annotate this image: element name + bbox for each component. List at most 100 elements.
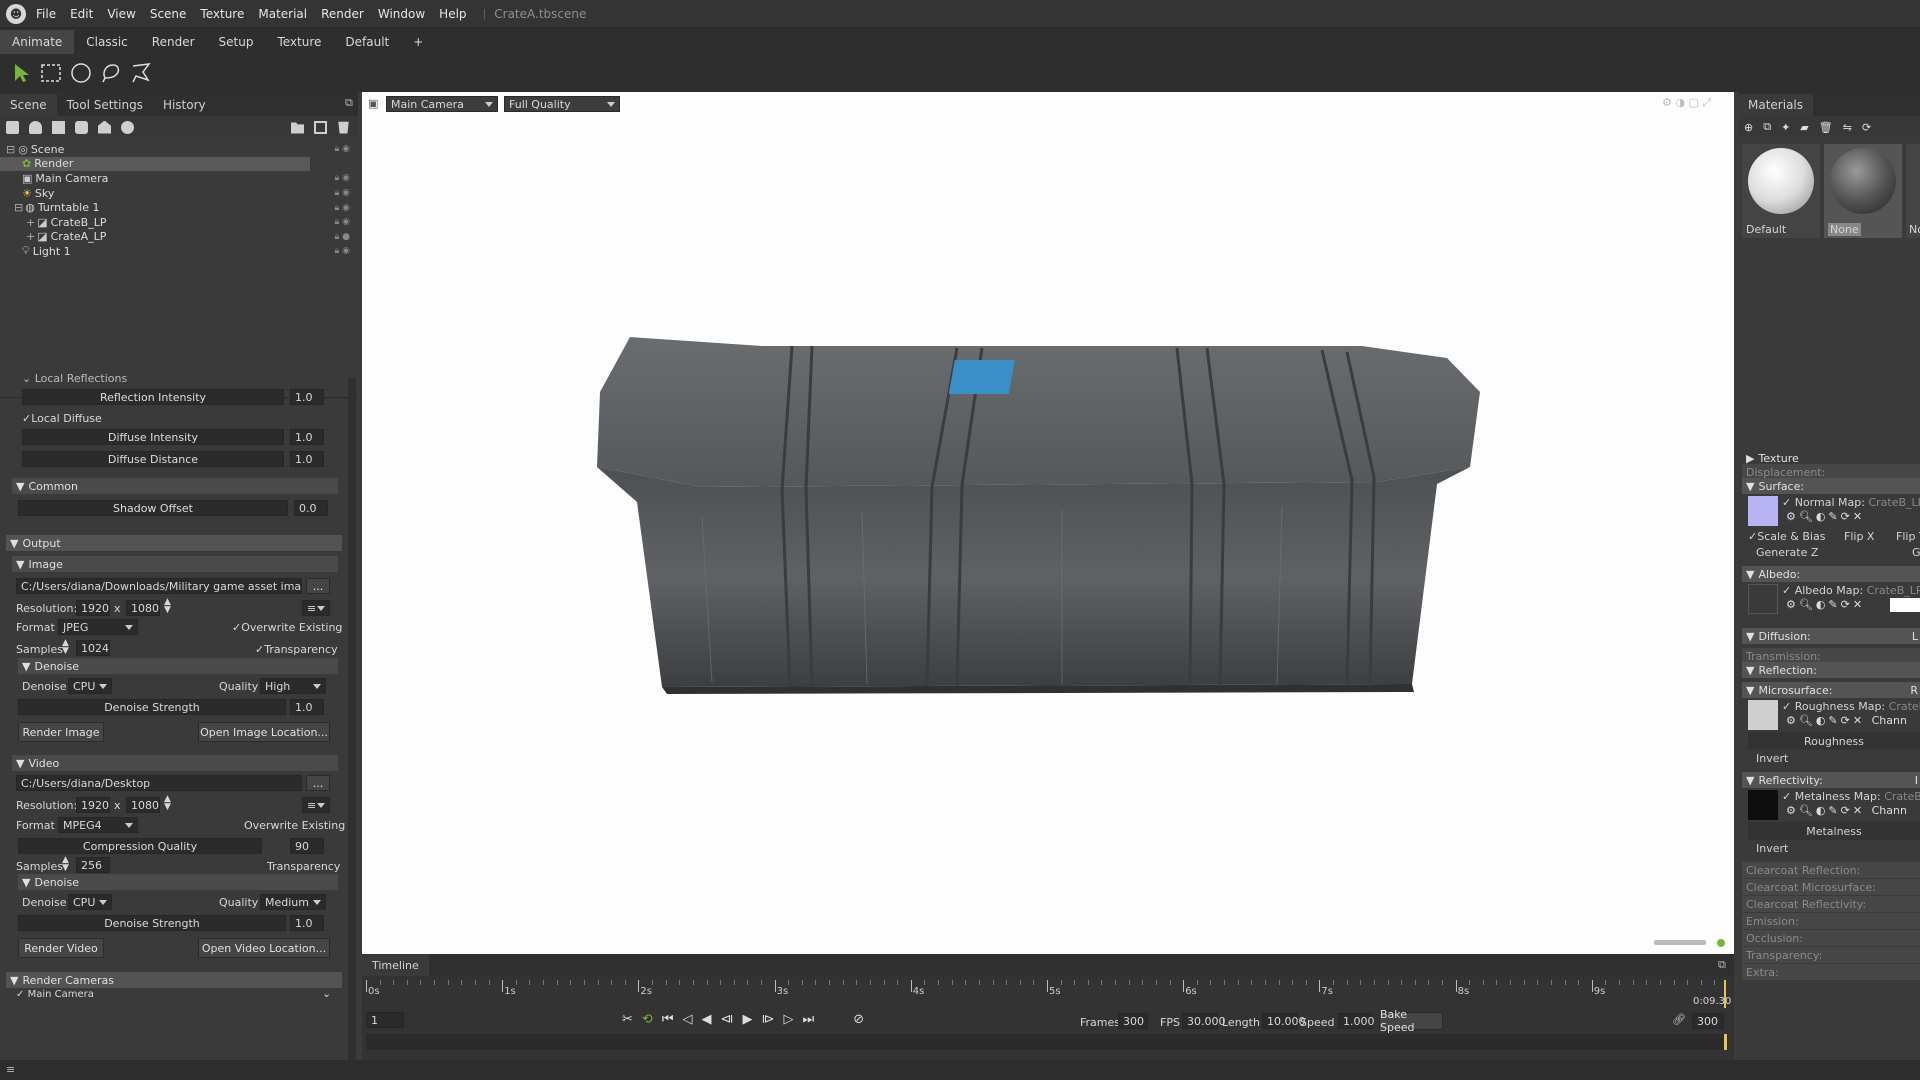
skip-start-icon[interactable]: ⏮ (662, 1012, 674, 1027)
play-icon[interactable]: ▶ (743, 1012, 753, 1027)
menu-material[interactable]: Material (258, 7, 307, 21)
frames-field[interactable]: 300 (1118, 1013, 1148, 1029)
surface-section[interactable]: ▼ Surface: (1742, 478, 1920, 494)
tab-default[interactable]: Default (333, 30, 401, 54)
assign-icon[interactable]: ⇋ (1843, 121, 1852, 134)
video-denoise-dropdown[interactable]: CPU (68, 894, 112, 910)
bake-speed-button[interactable]: Bake Speed (1379, 1008, 1443, 1034)
video-denoise-header[interactable]: ▼ Denoise (18, 874, 338, 890)
normal-map-row[interactable]: ✓ Normal Map: CrateB_LP_Cr (1782, 496, 1920, 509)
res-stepper-icon[interactable]: ▲ ▼ (164, 598, 171, 615)
menu-file[interactable]: File (36, 7, 56, 21)
video-samples-field[interactable]: 256 (76, 857, 110, 873)
albedo-map-thumbnail[interactable] (1748, 584, 1778, 614)
reflection-intensity-value[interactable]: 1.0 (290, 389, 324, 405)
loop-icon[interactable]: ⟲ (642, 1012, 653, 1027)
video-quality-dropdown[interactable]: Medium (260, 894, 326, 910)
map-tools-icons[interactable]: ⚙🔍︎◐✎⟳✕ (1786, 598, 1865, 611)
menu-render[interactable]: Render (321, 7, 364, 21)
step-back-icon[interactable]: ◁ (683, 1012, 693, 1027)
image-browse-button[interactable]: ... (306, 578, 330, 594)
add-material-icon[interactable]: ⊕ (1744, 121, 1753, 134)
material-thumb-partial[interactable]: No (1906, 144, 1920, 238)
add-shape-icon[interactable] (98, 120, 111, 134)
reflection-section[interactable]: ▼ Reflection: (1742, 662, 1920, 678)
lock-eye-icon[interactable]: 🔒︎ ◉ (334, 203, 350, 213)
add-object-icon[interactable] (6, 120, 19, 134)
reflectivity-section[interactable]: ▼ Reflectivity: I (1742, 772, 1920, 788)
camera-icon[interactable]: ▣ (368, 97, 378, 110)
image-transparency-checkbox[interactable]: ✓Transparency (255, 643, 338, 656)
shadow-offset-slider[interactable]: Shadow Offset (18, 500, 288, 516)
image-denoise-strength-value[interactable]: 1.0 (290, 699, 324, 715)
step-forward-icon[interactable]: ▷ (784, 1012, 794, 1027)
map-tools-icons[interactable]: ⚙🔍︎◐✎⟳✕ (1786, 510, 1865, 523)
menu-window[interactable]: Window (378, 7, 425, 21)
image-res-width[interactable]: 1920 (76, 600, 110, 616)
menu-edit[interactable]: Edit (70, 7, 93, 21)
diffusion-section[interactable]: ▼ Diffusion: L (1742, 628, 1920, 644)
local-diffuse-checkbox[interactable]: ✓Local Diffuse (22, 412, 102, 425)
timeline-tab[interactable]: Timeline (362, 954, 429, 976)
video-browse-button[interactable]: ... (306, 775, 330, 791)
render-camera-item[interactable]: ✓ Main Camera (16, 989, 94, 999)
diffuse-intensity-slider[interactable]: Diffuse Intensity (22, 429, 284, 445)
emission-section[interactable]: Emission: (1742, 913, 1920, 929)
diffuse-distance-slider[interactable]: Diffuse Distance (22, 451, 284, 467)
albedo-map-row[interactable]: ✓ Albedo Map: CrateB_LP_Cr (1782, 584, 1920, 597)
reflection-intensity-slider[interactable]: Reflection Intensity (22, 389, 284, 405)
roughness-invert-checkbox[interactable]: Invert (1756, 752, 1788, 765)
shadow-offset-value[interactable]: 0.0 (294, 500, 328, 516)
delete-icon[interactable]: 🗑︎ (1819, 121, 1833, 134)
clearcoat-microsurface-section[interactable]: Clearcoat Microsurface: (1742, 879, 1920, 895)
image-overwrite-checkbox[interactable]: ✓Overwrite Existing (232, 621, 342, 634)
tab-setup[interactable]: Setup (207, 30, 266, 54)
lock-eye-icon[interactable]: 🔒︎ ◉ (334, 217, 350, 227)
menu-help[interactable]: Help (439, 7, 466, 21)
image-section-header[interactable]: ▼ Image (12, 556, 338, 572)
video-res-height[interactable]: 1080 (126, 797, 160, 813)
res-preset-dropdown[interactable]: ≡ (302, 600, 330, 616)
lock-eye-icon[interactable]: 🔒︎ ◉ (334, 246, 350, 256)
status-menu-icon[interactable]: ≡ (6, 1063, 15, 1076)
video-overwrite-checkbox[interactable]: Overwrite Existing (244, 819, 345, 832)
render-video-button[interactable]: Render Video (18, 938, 104, 958)
duplicate-icon[interactable] (314, 120, 327, 134)
ellipse-select-icon[interactable] (68, 60, 94, 86)
render-image-button[interactable]: Render Image (18, 722, 104, 742)
generate-z-checkbox[interactable]: Generate Z (1756, 546, 1818, 559)
viewport[interactable] (362, 92, 1734, 954)
tree-item-scene[interactable]: ⊟ ◎ Scene 🔒︎ ◉ (0, 142, 358, 157)
tree-item-main-camera[interactable]: ▣ Main Camera 🔒︎ ◉ (0, 171, 358, 186)
add-sky-icon[interactable] (121, 120, 134, 134)
video-path-field[interactable]: C:/Users/diana/Desktop (16, 775, 302, 791)
polygon-select-icon[interactable] (128, 60, 154, 86)
normal-map-thumbnail[interactable] (1748, 496, 1778, 526)
menu-scene[interactable]: Scene (150, 7, 187, 21)
pick-material-icon[interactable]: ✦ (1781, 121, 1790, 134)
keyframe-icon[interactable]: ⊘ (853, 1012, 864, 1027)
tree-item-light[interactable]: 💡︎ Light 1 🔒︎ ◉ (0, 244, 358, 259)
tab-materials[interactable]: Materials (1738, 94, 1814, 116)
scale-bias-checkbox[interactable]: ✓Scale & Bias (1748, 530, 1825, 543)
metalness-slider[interactable]: Metalness (1748, 822, 1920, 840)
lock-eye-icon[interactable]: 🔒︎ ◉ (334, 144, 350, 154)
tab-scene[interactable]: Scene (0, 94, 57, 116)
render-cameras-header[interactable]: ▼ Render Cameras (6, 972, 342, 988)
add-group-icon[interactable] (75, 120, 88, 134)
next-key-icon[interactable]: ⧐ (762, 1012, 775, 1027)
image-path-field[interactable]: C:/Users/diana/Downloads/Military game a… (16, 578, 302, 594)
flip-y-checkbox[interactable]: Flip Y (1896, 530, 1920, 543)
samples-stepper-icon[interactable]: ▲ ▼ (62, 639, 69, 656)
res-stepper-icon[interactable]: ▲ ▼ (164, 795, 171, 812)
clearcoat-reflectivity-section[interactable]: Clearcoat Reflectivity: (1742, 896, 1920, 912)
metalness-map-row[interactable]: ✓ Metalness Map: CrateB_LP (1782, 790, 1920, 803)
app-logo-icon[interactable]: ☻ (6, 3, 26, 24)
playhead[interactable] (1724, 980, 1726, 1008)
lasso-select-icon[interactable] (98, 60, 124, 86)
length-field[interactable]: 10.000 (1262, 1013, 1306, 1029)
roughness-slider[interactable]: Roughness (1748, 732, 1920, 750)
map-tools-icons[interactable]: ⚙🔍︎◐✎⟳✕ Chann (1786, 804, 1907, 817)
lock-eye-icon[interactable]: 🔒︎ ◉ (334, 173, 350, 183)
tab-texture[interactable]: Texture (265, 30, 333, 54)
